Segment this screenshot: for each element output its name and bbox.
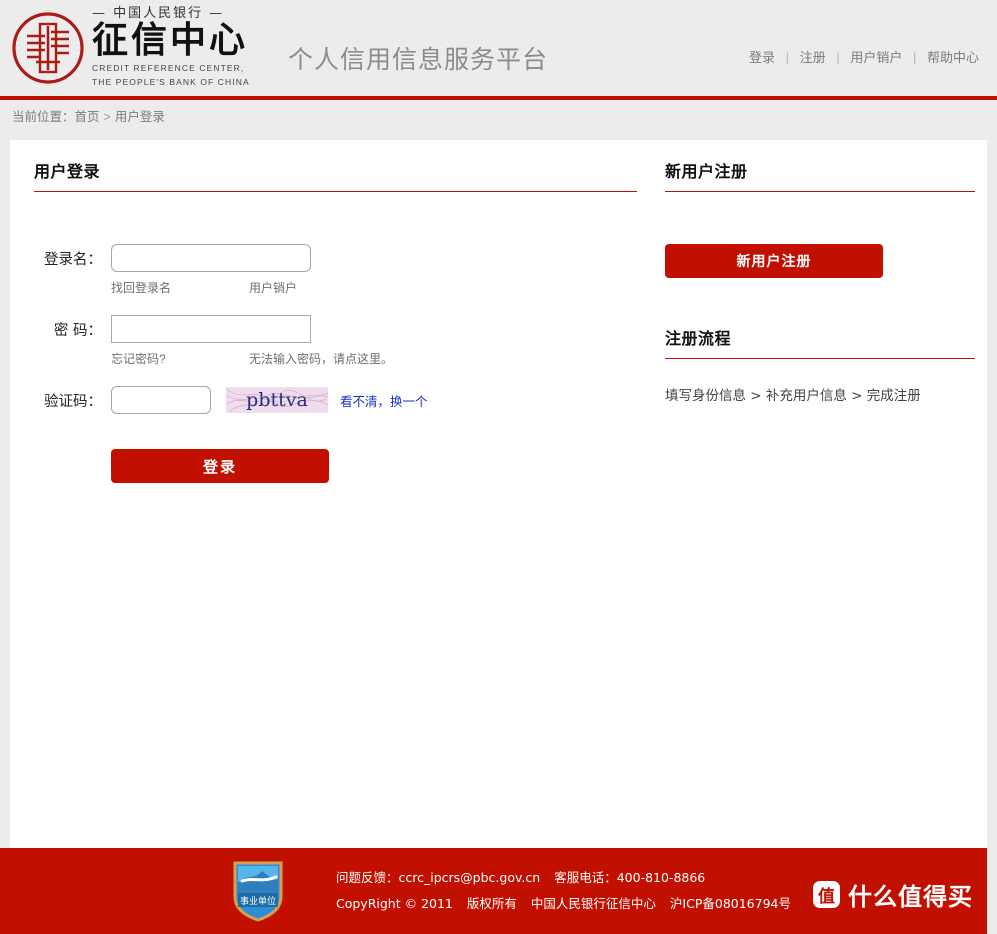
footer-copyright: CopyRight © 2011: [336, 896, 453, 911]
site-logo[interactable]: — 中国人民银行 — 征信中心 CREDIT REFERENCE CENTER,…: [10, 7, 250, 89]
register-flow-title: 注册流程: [665, 325, 965, 358]
watermark-logo-icon: 值: [813, 881, 840, 908]
footer-phone-label: 客服电话：: [554, 870, 617, 885]
logo-wordmark: — 中国人民银行 — 征信中心 CREDIT REFERENCE CENTER,…: [92, 7, 250, 89]
login-section-divider: [34, 191, 637, 192]
breadcrumb-current: 用户登录: [115, 110, 165, 124]
password-hints: 忘记密码? 无法输入密码，请点这里。: [111, 350, 634, 367]
watermark: 值 什么值得买: [813, 877, 973, 912]
row-spacer: [34, 367, 634, 386]
captcha-image[interactable]: pbttva: [226, 387, 328, 413]
footer-rights: 版权所有: [467, 896, 517, 911]
nav-item-close-account[interactable]: 用户销户: [850, 50, 902, 65]
register-flow-divider: [665, 358, 975, 359]
new-user-register-button[interactable]: 新用户注册: [665, 244, 883, 278]
password-row: 密 码：: [34, 315, 634, 343]
breadcrumb: 当前位置：首页 > 用户登录: [0, 100, 997, 134]
nav-separator: |: [913, 50, 916, 65]
register-section-divider: [665, 191, 975, 192]
row-spacer: [34, 296, 634, 315]
footer-contact-line: 问题反馈：ccrc_ipcrs@pbc.gov.cn 客服电话：400-810-8…: [336, 865, 791, 891]
password-input-help-link[interactable]: 无法输入密码，请点这里。: [249, 352, 393, 366]
logo-english-line-2: THE PEOPLE'S BANK OF CHINA: [92, 77, 250, 88]
username-input[interactable]: [111, 244, 311, 272]
captcha-label: 验证码：: [34, 390, 102, 411]
top-navigation: 登录 | 注册 | 用户销户 | 帮助中心: [749, 47, 979, 66]
footer-copyright-line: CopyRight © 2011 版权所有中国人民银行征信中心沪ICP备08016…: [336, 891, 791, 917]
username-hints: 找回登录名 用户销户: [111, 279, 634, 296]
login-submit-button[interactable]: 登录: [111, 449, 329, 483]
password-input[interactable]: [111, 315, 311, 343]
forgot-password-link[interactable]: 忘记密码?: [111, 352, 166, 366]
content-panel: 用户登录 登录名： 找回登录名 用户销户 密 码： 忘记密码?: [10, 140, 987, 848]
register-flow-steps: 填写身份信息 > 补充用户信息 > 完成注册: [665, 384, 965, 404]
site-header: — 中国人民银行 — 征信中心 CREDIT REFERENCE CENTER,…: [0, 0, 997, 100]
captcha-input[interactable]: [111, 386, 211, 414]
breadcrumb-separator: >: [104, 110, 111, 124]
footer-text: 问题反馈：ccrc_ipcrs@pbc.gov.cn 客服电话：400-810-8…: [336, 865, 791, 917]
recover-username-link[interactable]: 找回登录名: [111, 281, 171, 295]
breadcrumb-prefix: 当前位置：: [12, 110, 75, 124]
footer-right-strip: [987, 848, 997, 934]
nav-item-login[interactable]: 登录: [749, 50, 775, 65]
login-section-title: 用户登录: [34, 158, 634, 191]
login-form: 登录名： 找回登录名 用户销户 密 码： 忘记密码? 无法输入密码，请点这里。: [34, 244, 634, 483]
captcha-code-text: pbttva: [246, 389, 308, 411]
close-account-link[interactable]: 用户销户: [249, 281, 297, 295]
footer-phone-number: 400-810-8866: [617, 870, 706, 885]
breadcrumb-home[interactable]: 首页: [75, 110, 100, 124]
nav-item-help-center[interactable]: 帮助中心: [927, 50, 979, 65]
footer-feedback-email[interactable]: ccrc_ipcrs@pbc.gov.cn: [399, 870, 541, 885]
login-section: 用户登录 登录名： 找回登录名 用户销户 密 码： 忘记密码?: [34, 158, 634, 483]
site-footer: 事业单位 问题反馈：ccrc_ipcrs@pbc.gov.cn 客服电话：400-…: [0, 848, 987, 934]
government-unit-badge-icon: 事业单位: [232, 859, 284, 923]
captcha-row: 验证码： pbttva: [34, 386, 634, 414]
password-label: 密 码：: [34, 319, 102, 340]
page-title: 个人信用信息服务平台: [288, 40, 548, 76]
page-root: — 中国人民银行 — 征信中心 CREDIT REFERENCE CENTER,…: [0, 0, 997, 934]
nav-item-register[interactable]: 注册: [800, 50, 826, 65]
logo-main-text: 征信中心: [92, 22, 250, 60]
nav-separator: |: [786, 50, 789, 65]
username-row: 登录名：: [34, 244, 634, 272]
footer-feedback-label: 问题反馈：: [336, 870, 399, 885]
footer-icp-license[interactable]: 沪ICP备08016794号: [670, 896, 791, 911]
register-section: 新用户注册 新用户注册 注册流程 填写身份信息 > 补充用户信息 > 完成注册: [665, 158, 965, 404]
footer-organization: 中国人民银行征信中心: [531, 896, 656, 911]
captcha-refresh-link[interactable]: 看不清，换一个: [340, 391, 428, 410]
nav-separator: |: [836, 50, 839, 65]
logo-english-line-1: CREDIT REFERENCE CENTER,: [92, 63, 250, 74]
username-label: 登录名：: [34, 248, 102, 269]
register-section-title: 新用户注册: [665, 158, 965, 191]
svg-text:事业单位: 事业单位: [240, 895, 276, 907]
pbc-seal-icon: [10, 10, 86, 86]
watermark-text: 什么值得买: [848, 877, 973, 912]
